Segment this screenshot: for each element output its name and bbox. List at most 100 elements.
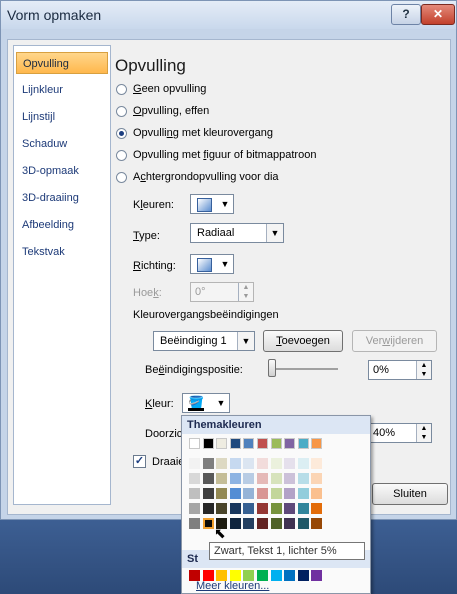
color-swatch[interactable] <box>216 503 228 514</box>
kleuren-label: Kleuren: <box>133 199 174 211</box>
color-swatch[interactable] <box>229 473 241 484</box>
radio-button[interactable] <box>116 127 127 139</box>
color-swatch[interactable] <box>216 473 228 484</box>
transparency-spinner[interactable]: 40% ▲ ▼ <box>368 423 432 443</box>
color-swatch[interactable] <box>257 518 268 529</box>
sidebar-item-3d-opmaak[interactable]: 3D-opmaak <box>16 160 108 182</box>
color-swatch[interactable] <box>202 518 214 529</box>
gradient-stop-dropdown[interactable]: Beëindiging 1 ▼ <box>153 331 255 351</box>
color-swatch[interactable] <box>189 488 200 499</box>
color-swatch[interactable] <box>243 488 255 499</box>
radio-button[interactable] <box>116 105 127 117</box>
color-swatch[interactable] <box>257 458 268 469</box>
color-swatch[interactable] <box>229 438 241 449</box>
color-swatch[interactable] <box>297 458 309 469</box>
more-colors-link[interactable]: Meer kleuren... <box>196 580 269 592</box>
fill-option-4[interactable]: Achtergrondopvulling voor dia <box>116 169 279 185</box>
preset-colors-button[interactable]: ▼ <box>190 194 234 214</box>
rotate-with-shape-checkbox[interactable]: ✓ <box>133 455 146 468</box>
color-swatch[interactable] <box>229 458 241 469</box>
color-swatch[interactable] <box>216 458 228 469</box>
color-swatch[interactable] <box>297 503 309 514</box>
close-button[interactable]: Sluiten <box>372 483 448 505</box>
color-swatch[interactable] <box>270 503 282 514</box>
direction-button[interactable]: ▼ <box>190 254 234 274</box>
sidebar-item-opvulling[interactable]: Opvulling <box>16 52 108 74</box>
color-swatch[interactable] <box>284 488 296 499</box>
type-dropdown[interactable]: Radiaal ▼ <box>190 223 284 243</box>
color-swatch[interactable] <box>257 438 268 449</box>
standard-color-swatch[interactable] <box>297 570 309 581</box>
color-swatch[interactable] <box>311 503 323 514</box>
color-swatch[interactable] <box>257 488 268 499</box>
color-swatch[interactable] <box>216 438 228 449</box>
color-swatch[interactable] <box>270 488 282 499</box>
close-window-button[interactable]: ✕ <box>421 4 455 25</box>
color-swatch[interactable] <box>189 518 200 529</box>
radio-button[interactable] <box>116 149 127 161</box>
standard-color-swatch[interactable] <box>284 570 296 581</box>
position-slider-track[interactable] <box>270 368 338 370</box>
color-swatch[interactable] <box>297 438 309 449</box>
color-swatch[interactable] <box>243 438 255 449</box>
color-swatch[interactable] <box>297 473 309 484</box>
color-swatch[interactable] <box>202 438 214 449</box>
help-button[interactable]: ? <box>391 4 421 25</box>
sidebar-item-lijnkleur[interactable]: Lijnkleur <box>16 79 108 101</box>
color-swatch[interactable] <box>297 488 309 499</box>
sidebar-item-tekstvak[interactable]: Tekstvak <box>16 241 108 263</box>
sidebar-item-schaduw[interactable]: Schaduw <box>16 133 108 155</box>
standard-color-swatch[interactable] <box>270 570 282 581</box>
standard-color-swatch[interactable] <box>311 570 323 581</box>
color-swatch[interactable] <box>243 473 255 484</box>
color-swatch[interactable] <box>229 518 241 529</box>
color-swatch[interactable] <box>284 458 296 469</box>
color-swatch[interactable] <box>189 458 200 469</box>
color-swatch[interactable] <box>270 473 282 484</box>
sidebar-item-3d-draaiing[interactable]: 3D-draaiing <box>16 187 108 209</box>
color-swatch[interactable] <box>189 438 200 449</box>
color-swatch[interactable] <box>257 503 268 514</box>
color-swatch[interactable] <box>202 458 214 469</box>
remove-stop-button[interactable]: Verwijderen <box>352 330 437 352</box>
color-swatch[interactable] <box>229 488 241 499</box>
fill-option-1[interactable]: Opvulling, effen <box>116 103 209 119</box>
color-swatch[interactable] <box>284 438 296 449</box>
color-swatch[interactable] <box>297 518 309 529</box>
color-swatch[interactable] <box>284 473 296 484</box>
color-swatch[interactable] <box>284 503 296 514</box>
color-swatch[interactable] <box>216 488 228 499</box>
color-swatch[interactable] <box>284 518 296 529</box>
color-swatch[interactable] <box>202 488 214 499</box>
color-swatch[interactable] <box>270 518 282 529</box>
color-swatch[interactable] <box>311 518 323 529</box>
color-swatch[interactable] <box>229 503 241 514</box>
color-swatch[interactable] <box>270 438 282 449</box>
color-swatch[interactable] <box>202 503 214 514</box>
color-swatch[interactable] <box>243 458 255 469</box>
color-swatch[interactable] <box>311 473 323 484</box>
radio-button[interactable] <box>116 171 127 183</box>
sidebar-item-lijnstijl[interactable]: Lijnstijl <box>16 106 108 128</box>
color-swatch[interactable] <box>243 503 255 514</box>
fill-option-2[interactable]: Opvulling met kleurovergang <box>116 125 273 141</box>
color-swatch[interactable] <box>311 458 323 469</box>
color-swatch[interactable] <box>189 503 200 514</box>
position-spinner[interactable]: 0% ▲ ▼ <box>368 360 432 380</box>
color-picker-button[interactable]: 🪣 ▼ <box>182 393 230 413</box>
angle-spinner[interactable]: 0° ▲ ▼ <box>190 282 254 302</box>
fill-option-3[interactable]: Opvulling met figuur of bitmappatroon <box>116 147 316 163</box>
color-swatch[interactable] <box>270 458 282 469</box>
position-slider-thumb[interactable] <box>268 359 276 377</box>
color-swatch[interactable] <box>311 488 323 499</box>
current-color-bar <box>188 408 204 411</box>
color-swatch[interactable] <box>311 438 323 449</box>
sidebar-item-afbeelding[interactable]: Afbeelding <box>16 214 108 236</box>
color-swatch[interactable] <box>257 473 268 484</box>
radio-button[interactable] <box>116 83 127 95</box>
color-swatch[interactable] <box>202 473 214 484</box>
color-swatch[interactable] <box>189 473 200 484</box>
color-swatch[interactable] <box>243 518 255 529</box>
fill-option-0[interactable]: Geen opvulling <box>116 81 206 97</box>
add-stop-button[interactable]: Toevoegen <box>263 330 343 352</box>
